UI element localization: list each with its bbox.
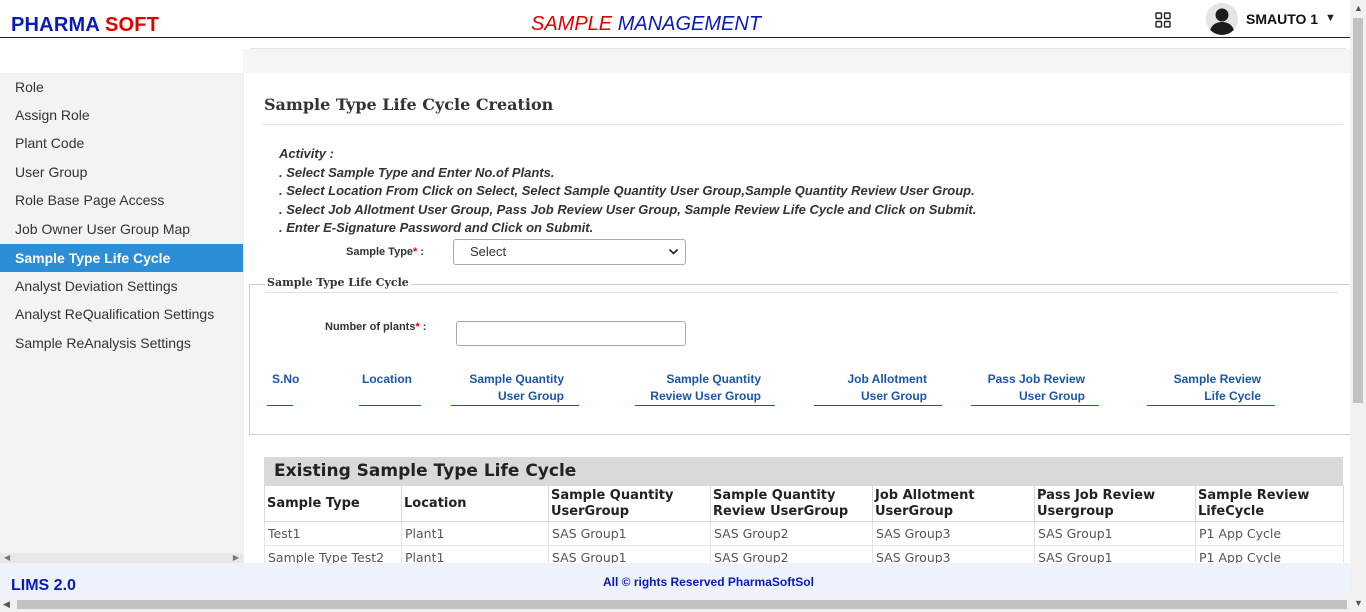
existing-table: Sample Type Location Sample Quantity User… [264,485,1344,570]
copyright-text: All © rights Reserved PharmaSoftSol [603,575,814,589]
sidebar-item-analyst-deviation-settings[interactable]: Analyst Deviation Settings [0,272,243,300]
plants-label: Number of plants* : [325,321,427,333]
sidebar-item-role-base-page-access[interactable]: Role Base Page Access [0,186,243,214]
brand-part1: PHARMA [11,14,100,36]
activity-heading: Activity : [279,146,334,161]
chevron-down-icon [668,240,679,273]
app-title-part2: MANAGEMENT [617,13,762,35]
cell-sample-qty-review: SAS Group2 [710,521,873,546]
plants-input[interactable] [456,321,686,346]
sidebar-item-sample-reanalysis-settings[interactable]: Sample ReAnalysis Settings [0,329,243,357]
sidebar: Role Assign Role Plant Code User Group R… [0,73,243,563]
cell-job-allotment: SAS Group3 [872,521,1035,546]
sample-type-select[interactable]: Select [453,239,686,265]
lc-header-sample-review-underline [1147,405,1275,406]
cell-sample-review: P1 App Cycle [1195,521,1344,546]
scroll-left-icon[interactable]: ◀ [4,553,10,562]
brand-logo: PHARMA SOFT [11,14,159,37]
lc-header-sample-qty: Sample Quantity User Group [469,372,564,403]
sample-type-label: Sample Type* : [346,246,425,258]
table-header-row: Sample Type Location Sample Quantity User… [264,485,1344,522]
footer: LIMS 2.0 All © rights Reserved PharmaSof… [0,563,1350,597]
lifecycle-divider [265,292,1338,293]
app-title: SAMPLE MANAGEMENT [531,13,761,36]
top-bar: PHARMA SOFT SAMPLE MANAGEMENT SMAUTO 1 ▼ [0,0,1366,38]
lc-header-sno: S.No [272,372,300,386]
content-top-strip [243,49,1350,73]
lifecycle-fieldset [249,284,1350,435]
sidebar-scrollbar[interactable]: ◀ ▶ [0,553,243,563]
cell-location: Plant1 [401,521,549,546]
version-label: LIMS 2.0 [11,577,76,594]
cell-pass-job-review: SAS Group1 [1034,521,1196,546]
page-title: Sample Type Life Cycle Creation [264,95,554,114]
cell-sample-type: Test1 [264,521,402,546]
scroll-down-icon[interactable]: ▼ [1354,598,1363,608]
sidebar-item-analyst-requalification-settings[interactable]: Analyst ReQualification Settings [0,300,243,328]
lc-header-sample-qty-review-underline [635,405,775,406]
app-title-part1: SAMPLE [531,13,613,35]
activity-step-4: . Enter E-Signature Password and Click o… [279,220,594,235]
username[interactable]: SMAUTO 1 [1246,11,1318,27]
sidebar-item-sample-type-life-cycle[interactable]: Sample Type Life Cycle [0,244,243,272]
avatar[interactable] [1206,3,1238,35]
lc-header-sno-underline [267,405,293,406]
lc-header-pass-job-review: Pass Job Review User Group [987,372,1085,403]
col-header-sample-type[interactable]: Sample Type [264,485,402,522]
sidebar-item-assign-role[interactable]: Assign Role [0,101,243,129]
col-header-sample-qty-review[interactable]: Sample Quantity Review UserGroup [710,485,873,522]
title-divider [263,124,1343,125]
col-header-sample-qty[interactable]: Sample Quantity UserGroup [548,485,711,522]
lc-header-location: Location [362,372,412,386]
sample-type-selected-value: Select [470,244,507,259]
activity-step-1: . Select Sample Type and Enter No.of Pla… [279,165,555,180]
lc-header-job-allotment-underline [814,405,942,406]
col-header-sample-review[interactable]: Sample Review LifeCycle [1195,485,1344,522]
table-row[interactable]: Test1 Plant1 SAS Group1 SAS Group2 SAS G… [264,521,1344,546]
col-header-location[interactable]: Location [401,485,549,522]
lc-header-job-allotment: Job Allotment User Group [847,372,927,403]
scroll-up-icon[interactable]: ▲ [1354,3,1363,13]
sidebar-item-user-group[interactable]: User Group [0,158,243,186]
sidebar-item-job-owner-user-group-map[interactable]: Job Owner User Group Map [0,215,243,243]
lc-header-sample-qty-underline [451,405,579,406]
lc-header-sample-review: Sample Review Life Cycle [1173,372,1261,403]
vertical-scroll-thumb[interactable] [1353,18,1363,403]
lifecycle-legend: Sample Type Life Cycle [265,276,411,289]
horizontal-scrollbar[interactable]: ◀ [0,597,1350,612]
lc-header-pass-job-review-underline [971,405,1099,406]
col-header-pass-job-review[interactable]: Pass Job Review Usergroup [1034,485,1196,522]
lc-header-sample-qty-review: Sample Quantity Review User Group [650,372,761,403]
lc-header-location-underline [359,405,421,406]
scroll-left-icon[interactable]: ◀ [3,599,10,610]
col-header-job-allotment[interactable]: Job Allotment UserGroup [872,485,1035,522]
header-divider [250,48,1346,49]
existing-section-title: Existing Sample Type Life Cycle [264,457,1343,485]
activity-step-3: . Select Job Allotment User Group, Pass … [279,202,977,217]
scroll-right-icon[interactable]: ▶ [233,553,239,562]
brand-part2: SOFT [105,14,160,36]
horizontal-scroll-thumb[interactable] [17,600,1347,609]
sidebar-item-plant-code[interactable]: Plant Code [0,129,243,157]
vertical-scrollbar[interactable]: ▲ ▼ [1350,0,1366,612]
cell-sample-qty: SAS Group1 [548,521,711,546]
activity-step-2: . Select Location From Click on Select, … [279,183,975,198]
grid-icon[interactable] [1155,12,1171,28]
sidebar-item-role[interactable]: Role [0,73,243,101]
caret-down-icon[interactable]: ▼ [1325,12,1336,24]
